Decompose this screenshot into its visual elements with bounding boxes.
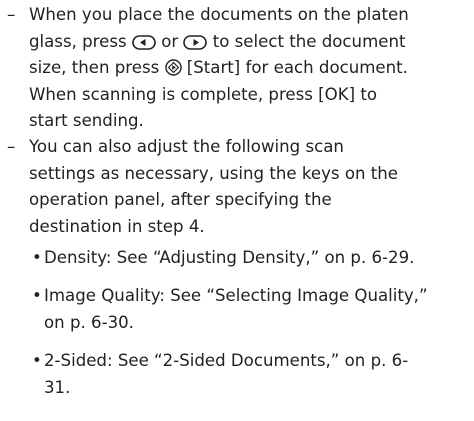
sub-item-text: Density: See “Adjusting Density,” on p. … xyxy=(44,245,472,272)
text-line: You can also adjust the following scan xyxy=(29,137,344,156)
text-segment: [Start] for each document. xyxy=(181,58,408,77)
dash-marker: – xyxy=(7,137,16,156)
bullet-marker: • xyxy=(32,248,42,267)
text-line: size, then press [Start] for each docume… xyxy=(29,55,469,82)
text-line: When scanning is complete, press [OK] to xyxy=(29,84,378,104)
instruction-item-scan-settings: – You can also adjust the following scan… xyxy=(7,134,469,240)
sub-item-density: • Density: See “Adjusting Density,” on p… xyxy=(32,245,472,272)
text-segment: or xyxy=(155,31,184,51)
text-segment: size, then press xyxy=(29,58,165,77)
text-line: When you place the documents on the plat… xyxy=(29,5,409,24)
text-line: settings as necessary, using the keys on… xyxy=(29,163,398,183)
sub-item-text: Image Quality: See “Selecting Image Qual… xyxy=(44,283,472,336)
right-arrow-key-icon xyxy=(183,34,208,50)
text-line: on p. 6-30. xyxy=(44,312,134,332)
text-line: Image Quality: See “Selecting Image Qual… xyxy=(44,286,428,305)
dash-marker: – xyxy=(7,5,16,24)
text-segment: to select the document xyxy=(207,31,406,51)
instruction-text: You can also adjust the following scan s… xyxy=(29,134,469,240)
instruction-item-placing-documents: – When you place the documents on the pl… xyxy=(7,2,469,135)
text-line: operation panel, after specifying the xyxy=(29,190,332,209)
instruction-text: When you place the documents on the plat… xyxy=(29,2,469,135)
left-arrow-key-icon xyxy=(132,34,156,50)
sub-item-image-quality: • Image Quality: See “Selecting Image Qu… xyxy=(32,283,472,336)
sub-item-text: 2-Sided: See “2-Sided Documents,” on p. … xyxy=(44,348,472,401)
bullet-marker: • xyxy=(32,351,42,370)
text-line: start sending. xyxy=(29,111,144,130)
bullet-marker: • xyxy=(32,286,42,305)
start-key-icon xyxy=(164,59,182,76)
text-line: Density: See “Adjusting Density,” on p. … xyxy=(44,248,415,267)
text-line: 2-Sided: See “2-Sided Documents,” on p. … xyxy=(44,351,409,370)
text-line: 31. xyxy=(44,377,71,397)
text-segment: glass, press xyxy=(29,31,132,51)
text-line: destination in step 4. xyxy=(29,216,205,236)
sub-item-2-sided: • 2-Sided: See “2-Sided Documents,” on p… xyxy=(32,348,472,401)
text-line: glass, press or to select the document xyxy=(29,29,469,56)
